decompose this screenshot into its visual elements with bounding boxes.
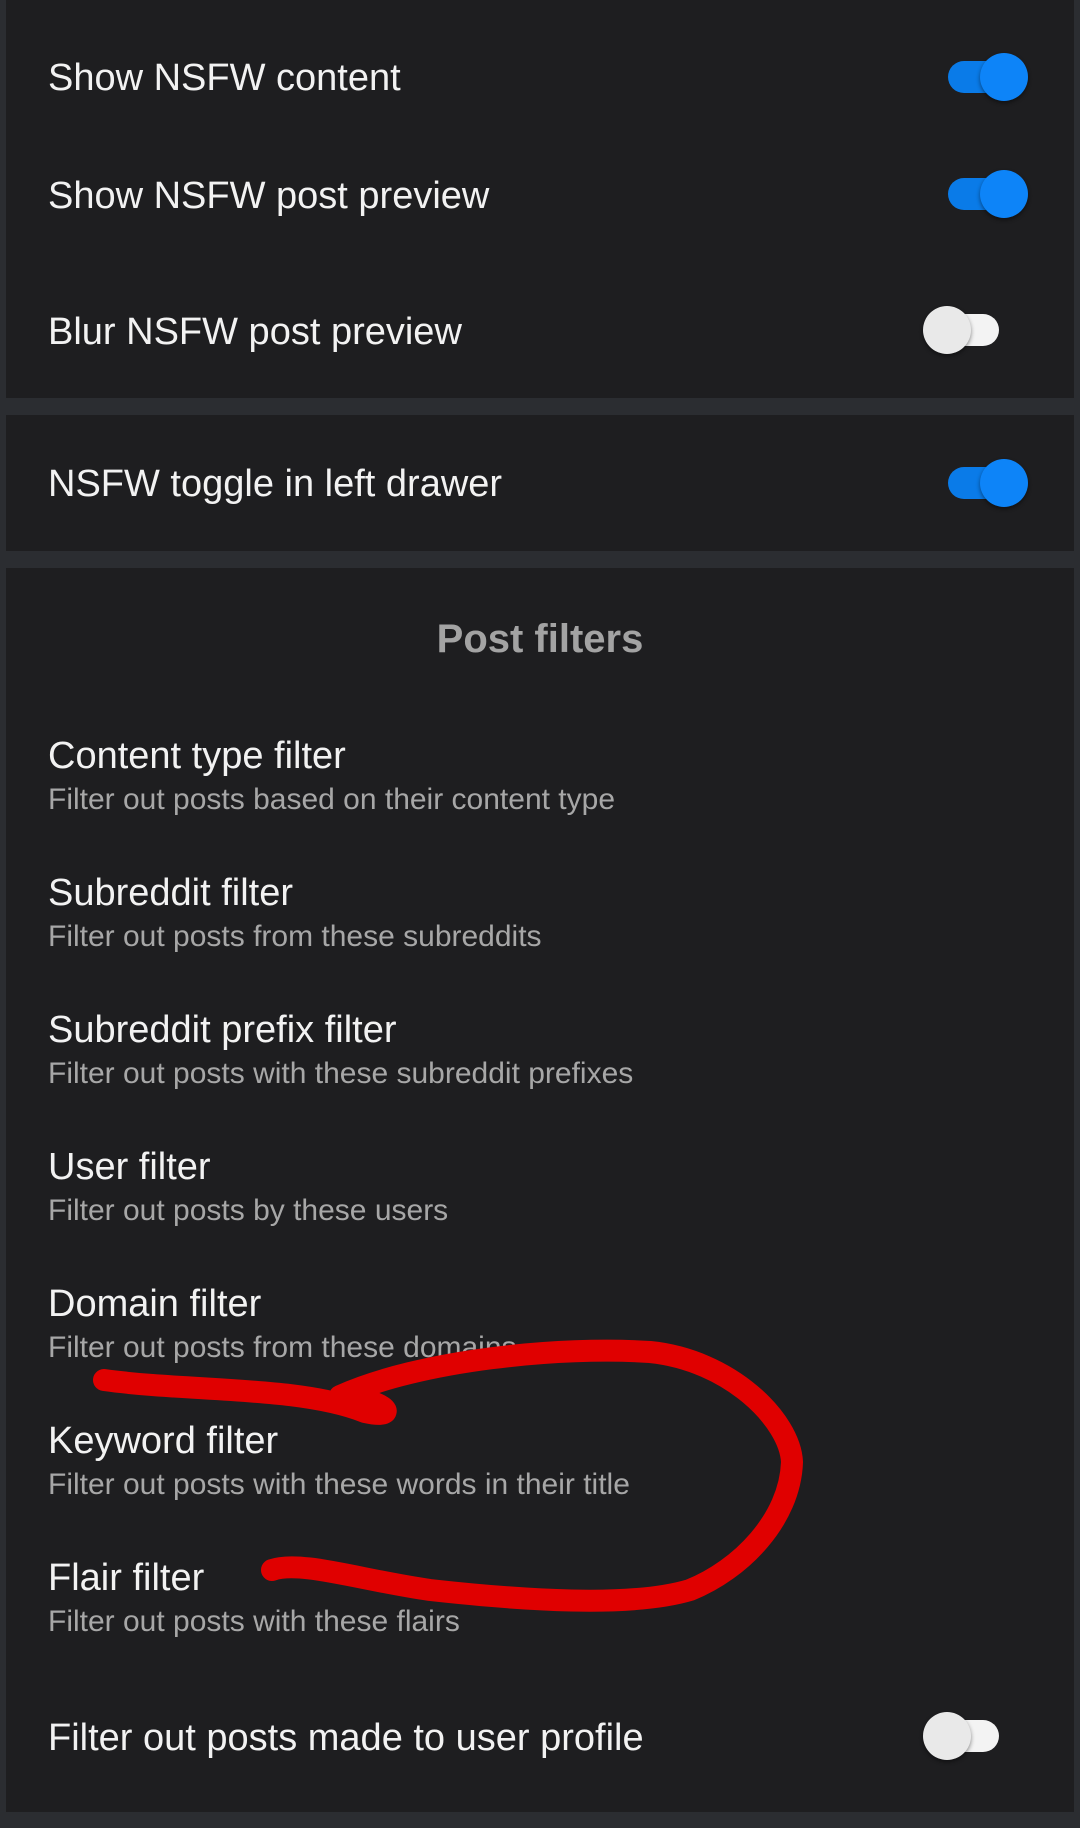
- toggle-knob: [980, 459, 1028, 507]
- nsfw-toggle-left-drawer-label: NSFW toggle in left drawer: [48, 463, 503, 505]
- filter-description: Filter out posts by these users: [48, 1194, 449, 1227]
- post-filters-card: Post filters Content type filter Filter …: [6, 568, 1074, 1812]
- toggle-knob: [923, 1712, 971, 1760]
- content-type-filter-item[interactable]: Content type filter Filter out posts bas…: [48, 734, 1032, 818]
- filter-title: Flair filter: [48, 1557, 205, 1599]
- filter-description: Filter out posts from these subreddits: [48, 920, 542, 953]
- filter-description: Filter out posts from these domains: [48, 1331, 517, 1364]
- keyword-filter-item[interactable]: Keyword filter Filter out posts with the…: [48, 1419, 1032, 1503]
- blur-nsfw-post-preview-label: Blur NSFW post preview: [48, 311, 462, 353]
- domain-filter-item[interactable]: Domain filter Filter out posts from thes…: [48, 1282, 1032, 1366]
- user-filter-item[interactable]: User filter Filter out posts by these us…: [48, 1145, 1032, 1229]
- filter-title: Content type filter: [48, 735, 346, 777]
- filter-description: Filter out posts with these subreddit pr…: [48, 1057, 634, 1090]
- post-filters-heading: Post filters: [436, 617, 644, 661]
- filter-title: Subreddit filter: [48, 872, 294, 914]
- show-nsfw-content-toggle[interactable]: [944, 49, 1028, 103]
- show-nsfw-content-label: Show NSFW content: [48, 57, 401, 99]
- show-nsfw-post-preview-toggle[interactable]: [944, 166, 1028, 220]
- show-nsfw-post-preview-row[interactable]: Show NSFW post preview: [6, 156, 1074, 256]
- subreddit-filter-item[interactable]: Subreddit filter Filter out posts from t…: [48, 871, 1032, 955]
- toggle-knob: [980, 170, 1028, 218]
- filter-title: Keyword filter: [48, 1420, 279, 1462]
- blur-nsfw-post-preview-row[interactable]: Blur NSFW post preview: [6, 292, 1074, 392]
- filter-description: Filter out posts with these flairs: [48, 1605, 460, 1638]
- filter-description: Filter out posts based on their content …: [48, 783, 615, 816]
- nsfw-toggle-left-drawer-toggle[interactable]: [944, 455, 1028, 509]
- filter-user-profile-posts-row[interactable]: Filter out posts made to user profile: [6, 1686, 1074, 1790]
- toggle-knob: [980, 53, 1028, 101]
- drawer-settings-card: NSFW toggle in left drawer: [6, 415, 1074, 551]
- show-nsfw-post-preview-label: Show NSFW post preview: [48, 175, 490, 217]
- filter-description: Filter out posts with these words in the…: [48, 1468, 630, 1501]
- nsfw-toggle-left-drawer-row[interactable]: NSFW toggle in left drawer: [6, 415, 1074, 551]
- show-nsfw-content-row[interactable]: Show NSFW content: [6, 20, 1074, 120]
- blur-nsfw-post-preview-toggle[interactable]: [923, 302, 1007, 356]
- filter-title: User filter: [48, 1146, 211, 1188]
- filter-title: Domain filter: [48, 1283, 262, 1325]
- flair-filter-item[interactable]: Flair filter Filter out posts with these…: [48, 1556, 1032, 1640]
- subreddit-prefix-filter-item[interactable]: Subreddit prefix filter Filter out posts…: [48, 1008, 1032, 1092]
- filter-user-profile-posts-toggle[interactable]: [923, 1708, 1007, 1762]
- nsfw-settings-card: Show NSFW content Show NSFW post preview…: [6, 0, 1074, 398]
- toggle-knob: [923, 306, 971, 354]
- filter-user-profile-posts-label: Filter out posts made to user profile: [48, 1717, 644, 1759]
- filter-title: Subreddit prefix filter: [48, 1009, 397, 1051]
